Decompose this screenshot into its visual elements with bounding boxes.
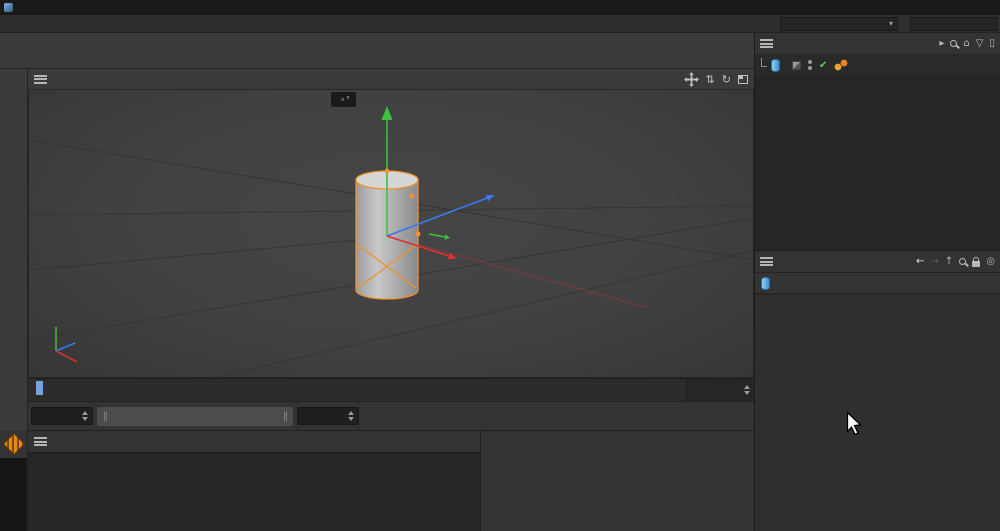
mode-toolbar: [0, 69, 28, 431]
range-grip-left[interactable]: ‖: [103, 411, 107, 422]
home-icon[interactable]: ⌂: [963, 38, 969, 49]
phong-tag-icon[interactable]: [834, 59, 848, 71]
panel-icon[interactable]: ▯: [989, 38, 995, 49]
attribute-section-title: [755, 295, 1000, 313]
object-row-cylinder[interactable]: ✔: [755, 55, 1000, 75]
corner-filler: [0, 458, 27, 531]
up-arrow-icon[interactable]: ↑: [945, 256, 953, 267]
target-icon[interactable]: ◎: [986, 256, 995, 267]
camera-badge-icons: ∘°: [340, 95, 351, 104]
pan-view-icon[interactable]: [684, 72, 699, 87]
app-icon: [4, 3, 13, 12]
attribute-manager-menu-icon[interactable]: [760, 257, 773, 266]
attribute-object-title-row: [755, 273, 1000, 293]
maximize-view-icon[interactable]: [738, 75, 748, 84]
object-manager-icons: ▸ ⌂ ▽ ▯: [939, 38, 995, 49]
rotate-view-icon[interactable]: ↻: [722, 73, 731, 86]
timeline-ruler-ticks[interactable]: [28, 379, 686, 401]
viewport-menubar: ⇅ ↻: [28, 69, 754, 89]
camera-badge[interactable]: ∘°: [331, 92, 356, 107]
timeline-playhead[interactable]: [36, 381, 43, 395]
node-space-dropdown[interactable]: ▾: [780, 17, 898, 31]
mouse-cursor: [841, 411, 867, 437]
search-icon[interactable]: [959, 258, 966, 265]
range-end-field[interactable]: [297, 407, 359, 425]
expand-arrow-icon[interactable]: ▸: [939, 38, 944, 49]
title-bar: [0, 0, 1000, 15]
chevron-down-icon: ▾: [889, 19, 893, 28]
visibility-dots-icon[interactable]: [808, 60, 812, 70]
cylinder-object-icon: [761, 277, 770, 290]
viewport-canvas[interactable]: ∘°: [28, 89, 754, 378]
current-frame-spinner[interactable]: [741, 385, 750, 395]
back-arrow-icon[interactable]: ←: [916, 256, 924, 267]
material-ball-icon[interactable]: [2, 433, 25, 456]
attribute-manager-body: [755, 313, 1000, 531]
material-manager: [28, 431, 480, 531]
coordinates-header: [485, 434, 750, 450]
filter-icon[interactable]: ▽: [976, 38, 984, 49]
coordinates-footer: [485, 451, 750, 473]
interface-dropdown[interactable]: [910, 17, 998, 31]
range-start-spinner[interactable]: [79, 411, 88, 421]
app-window: ▾ ⇅ ↻: [0, 0, 1000, 531]
timeline-ruler[interactable]: [28, 378, 754, 401]
menubar-right: ▾: [774, 17, 1000, 31]
lock-icon[interactable]: [972, 261, 980, 267]
transport-bar: ‖ ‖: [28, 401, 754, 431]
zoom-view-icon[interactable]: ⇅: [706, 73, 715, 86]
attribute-manager-icons: ← → ↑ ◎: [916, 256, 995, 267]
main-menubar: ▾: [0, 15, 1000, 33]
layer-toggle-icon[interactable]: [792, 61, 801, 70]
hierarchy-connector: [761, 58, 767, 67]
material-icon-column: [0, 431, 28, 531]
material-menu-icon[interactable]: [34, 437, 47, 446]
main-toolbar: [0, 33, 754, 69]
range-grip-right[interactable]: ‖: [283, 411, 287, 422]
coordinates-panel: [480, 431, 754, 531]
enable-check-icon[interactable]: ✔: [819, 60, 827, 71]
object-manager-menubar: ▸ ⌂ ▽ ▯: [755, 33, 1000, 55]
current-frame-field[interactable]: [686, 379, 754, 401]
viewport-menu-icon[interactable]: [34, 75, 47, 84]
range-end-spinner[interactable]: [345, 411, 354, 421]
object-manager-menu-icon[interactable]: [760, 39, 773, 48]
viewport-panel: ⇅ ↻: [28, 69, 754, 401]
viewport-nav-icons: ⇅ ↻: [684, 72, 748, 87]
range-start-field[interactable]: [31, 407, 93, 425]
attribute-manager-menubar: ← → ↑ ◎: [755, 251, 1000, 273]
search-icon[interactable]: [950, 40, 957, 47]
right-panel: ▸ ⌂ ▽ ▯ ✔ ← → ↑: [754, 33, 1000, 531]
material-menubar: [28, 431, 480, 453]
viewport-scene: [29, 90, 754, 378]
timeline-range-slider[interactable]: ‖ ‖: [97, 407, 293, 426]
object-manager-body[interactable]: [755, 75, 1000, 251]
cylinder-object-icon[interactable]: [771, 59, 780, 72]
forward-arrow-icon: →: [930, 256, 938, 267]
